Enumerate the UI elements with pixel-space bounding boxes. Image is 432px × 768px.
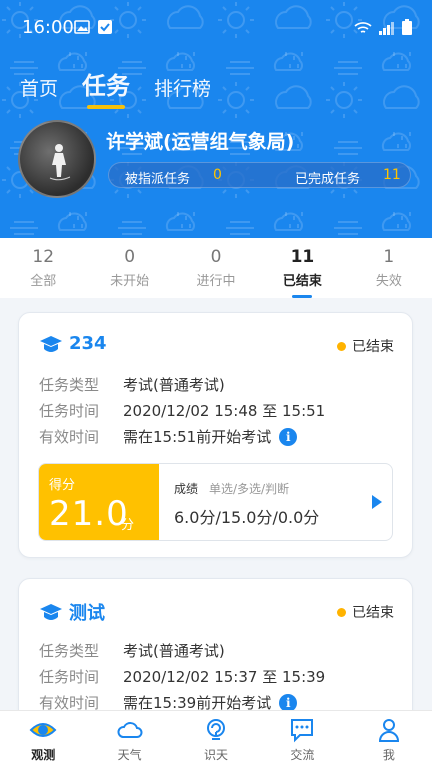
task-stats: 被指派任务 0 已完成任务 11	[108, 162, 411, 188]
filter-tabs: 12 全部 0 未开始 0 进行中 11 已结束 1 失效	[0, 238, 432, 298]
task-title: 234	[69, 333, 107, 354]
nav-identify[interactable]: 识天	[173, 711, 259, 768]
task-time-row: 任务时间 2020/12/02 15:48 至 15:51	[39, 400, 325, 421]
nav-chat[interactable]: 交流	[259, 711, 345, 768]
assigned-count: 0	[213, 167, 222, 183]
bottom-nav: 观测 天气 识天 交流 我	[0, 710, 432, 768]
task-card[interactable]: 234 已结束 任务类型 考试(普通考试) 任务时间 2020/12/02 15…	[18, 312, 413, 558]
filter-label: 全部	[30, 274, 57, 289]
filter-count: 1	[383, 247, 395, 267]
task-type-label: 任务类型	[39, 376, 100, 394]
status-badge: 已结束	[337, 336, 394, 356]
nav-me[interactable]: 我	[346, 711, 432, 768]
user-name: 许学斌(运营组气象局)	[106, 131, 295, 153]
score-unit: 分	[121, 518, 135, 533]
result-hint: 单选/多选/判断	[209, 482, 290, 496]
task-time-label: 任务时间	[39, 668, 100, 686]
chat-icon	[291, 719, 314, 743]
valid-time-row: 有效时间 需在15:51前开始考试 i	[39, 426, 298, 447]
nav-observe[interactable]: 观测	[0, 711, 86, 768]
task-title: 测试	[69, 603, 105, 624]
filter-tab-not-started[interactable]: 0 未开始	[86, 238, 172, 298]
filter-label: 失效	[375, 274, 402, 289]
nav-label: 识天	[204, 748, 229, 762]
identify-icon	[207, 719, 226, 740]
image-icon	[74, 20, 90, 34]
filter-count: 0	[210, 247, 222, 267]
valid-time-value: 需在15:51前开始考试	[123, 428, 272, 446]
filter-count: 11	[290, 247, 315, 267]
tab-home[interactable]: 首页	[20, 74, 58, 107]
info-icon[interactable]: i	[279, 693, 298, 712]
filter-count: 0	[124, 247, 136, 267]
nav-label: 天气	[117, 748, 142, 762]
avatar[interactable]	[18, 120, 96, 198]
wifi-icon	[354, 22, 372, 33]
task-time-value: 2020/12/02 15:37 至 15:39	[123, 668, 326, 686]
status-text: 已结束	[352, 339, 394, 355]
status-dot	[337, 607, 346, 617]
nav-weather[interactable]: 天气	[86, 711, 172, 768]
valid-time-label: 有效时间	[39, 428, 100, 446]
completed-label: 已完成任务	[295, 172, 361, 187]
task-type-value: 考试(普通考试)	[123, 642, 225, 660]
score-value: 21.0	[49, 494, 129, 534]
nav-label: 观测	[31, 748, 56, 762]
nav-label: 交流	[290, 748, 315, 762]
battery-icon	[402, 19, 412, 35]
graduation-cap-icon	[40, 604, 62, 620]
task-time-value: 2020/12/02 15:48 至 15:51	[123, 402, 326, 420]
task-type-row: 任务类型 考试(普通考试)	[39, 374, 225, 395]
task-type-value: 考试(普通考试)	[123, 376, 225, 394]
task-type-row: 任务类型 考试(普通考试)	[39, 640, 225, 661]
assigned-label: 被指派任务	[125, 172, 191, 187]
top-tabs: 首页 任务 排行榜	[20, 66, 211, 107]
task-type-label: 任务类型	[39, 642, 100, 660]
score-tag: 得分	[49, 478, 76, 493]
result-label: 成绩	[174, 482, 199, 496]
info-icon[interactable]: i	[279, 427, 298, 446]
graduation-cap-icon	[40, 335, 62, 352]
filter-count: 12	[32, 247, 55, 267]
signal-icon	[379, 22, 394, 35]
filter-tab-ended[interactable]: 11 已结束	[259, 238, 345, 298]
status-dot	[337, 341, 346, 351]
tab-leaderboard[interactable]: 排行榜	[154, 74, 211, 107]
status-text: 已结束	[352, 605, 394, 621]
filter-tab-all[interactable]: 12 全部	[0, 238, 86, 298]
filter-tab-invalid[interactable]: 1 失效	[346, 238, 432, 298]
profile-header: 16:00 首页 任务 排行榜 许学斌(运营组气象局) 被指派任务 0 已完成任…	[0, 0, 432, 238]
arrow-right-icon[interactable]	[372, 495, 382, 509]
status-bar: 16:00	[0, 0, 432, 56]
result-value: 6.0分/15.0分/0.0分	[174, 508, 320, 527]
cloud-icon	[117, 722, 143, 738]
filter-label: 已结束	[282, 274, 322, 289]
score-highlight: 得分 21.0 分	[39, 464, 159, 540]
status-badge: 已结束	[337, 602, 394, 622]
score-panel[interactable]: 得分 21.0 分 成绩 单选/多选/判断 6.0分/15.0分/0.0分	[38, 463, 393, 541]
checkbox-icon	[98, 20, 112, 34]
completed-count: 11	[383, 167, 401, 183]
task-time-label: 任务时间	[39, 402, 100, 420]
eye-icon	[29, 723, 57, 737]
person-icon	[378, 719, 399, 742]
nav-label: 我	[382, 748, 395, 762]
task-time-row: 任务时间 2020/12/02 15:37 至 15:39	[39, 666, 325, 687]
tab-tasks[interactable]: 任务	[82, 66, 130, 107]
filter-tab-in-progress[interactable]: 0 进行中	[173, 238, 259, 298]
status-time: 16:00	[22, 17, 74, 38]
filter-label: 进行中	[196, 274, 236, 289]
filter-label: 未开始	[110, 274, 150, 289]
